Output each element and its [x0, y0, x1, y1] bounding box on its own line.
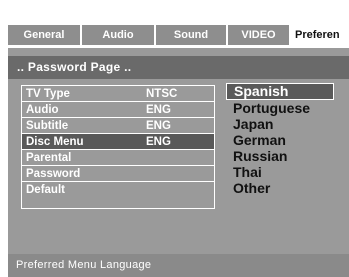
option-german[interactable]: German — [226, 132, 286, 148]
setting-label: Subtitle — [26, 120, 69, 132]
tab-preferences[interactable]: Preferen — [291, 25, 349, 45]
setting-value: ENG — [146, 136, 171, 148]
help-footer: Preferred Menu Language — [8, 254, 349, 277]
tab-bar: General Audio Sound VIDEO Preferen — [8, 25, 349, 45]
dvd-setup-screen: General Audio Sound VIDEO Preferen .. Pa… — [0, 0, 349, 277]
setting-label: Disc Menu — [26, 136, 84, 148]
option-portuguese[interactable]: Portuguese — [226, 100, 310, 116]
setting-row-disc-menu[interactable]: Disc Menu ENG — [22, 134, 214, 150]
setting-label: Audio — [26, 104, 59, 116]
main-panel: .. Password Page .. TV Type NTSC Audio E… — [8, 48, 349, 277]
tab-video[interactable]: VIDEO — [228, 25, 289, 45]
setting-label: Default — [26, 184, 65, 196]
tab-general[interactable]: General — [8, 25, 80, 45]
option-japan[interactable]: Japan — [226, 116, 273, 132]
setting-label: Parental — [26, 152, 72, 164]
tab-audio[interactable]: Audio — [82, 25, 154, 45]
setting-label: TV Type — [26, 88, 70, 100]
option-other[interactable]: Other — [226, 180, 270, 196]
settings-list: TV Type NTSC Audio ENG Subtitle ENG Disc… — [21, 85, 215, 209]
tab-sound[interactable]: Sound — [156, 25, 226, 45]
option-thai[interactable]: Thai — [226, 164, 262, 180]
setting-label: Password — [26, 168, 81, 180]
setting-row-subtitle[interactable]: Subtitle ENG — [22, 118, 214, 134]
option-russian[interactable]: Russian — [226, 148, 287, 164]
setting-value: NTSC — [146, 88, 178, 100]
setting-value: ENG — [146, 104, 171, 116]
setting-row-tv-type[interactable]: TV Type NTSC — [22, 86, 214, 102]
setting-row-password[interactable]: Password — [22, 166, 214, 182]
setting-row-parental[interactable]: Parental — [22, 150, 214, 166]
option-spanish[interactable]: Spanish — [226, 83, 334, 100]
setting-value: ENG — [146, 120, 171, 132]
page-title: .. Password Page .. — [8, 56, 349, 79]
setting-row-default[interactable]: Default — [22, 182, 214, 198]
setting-row-audio[interactable]: Audio ENG — [22, 102, 214, 118]
